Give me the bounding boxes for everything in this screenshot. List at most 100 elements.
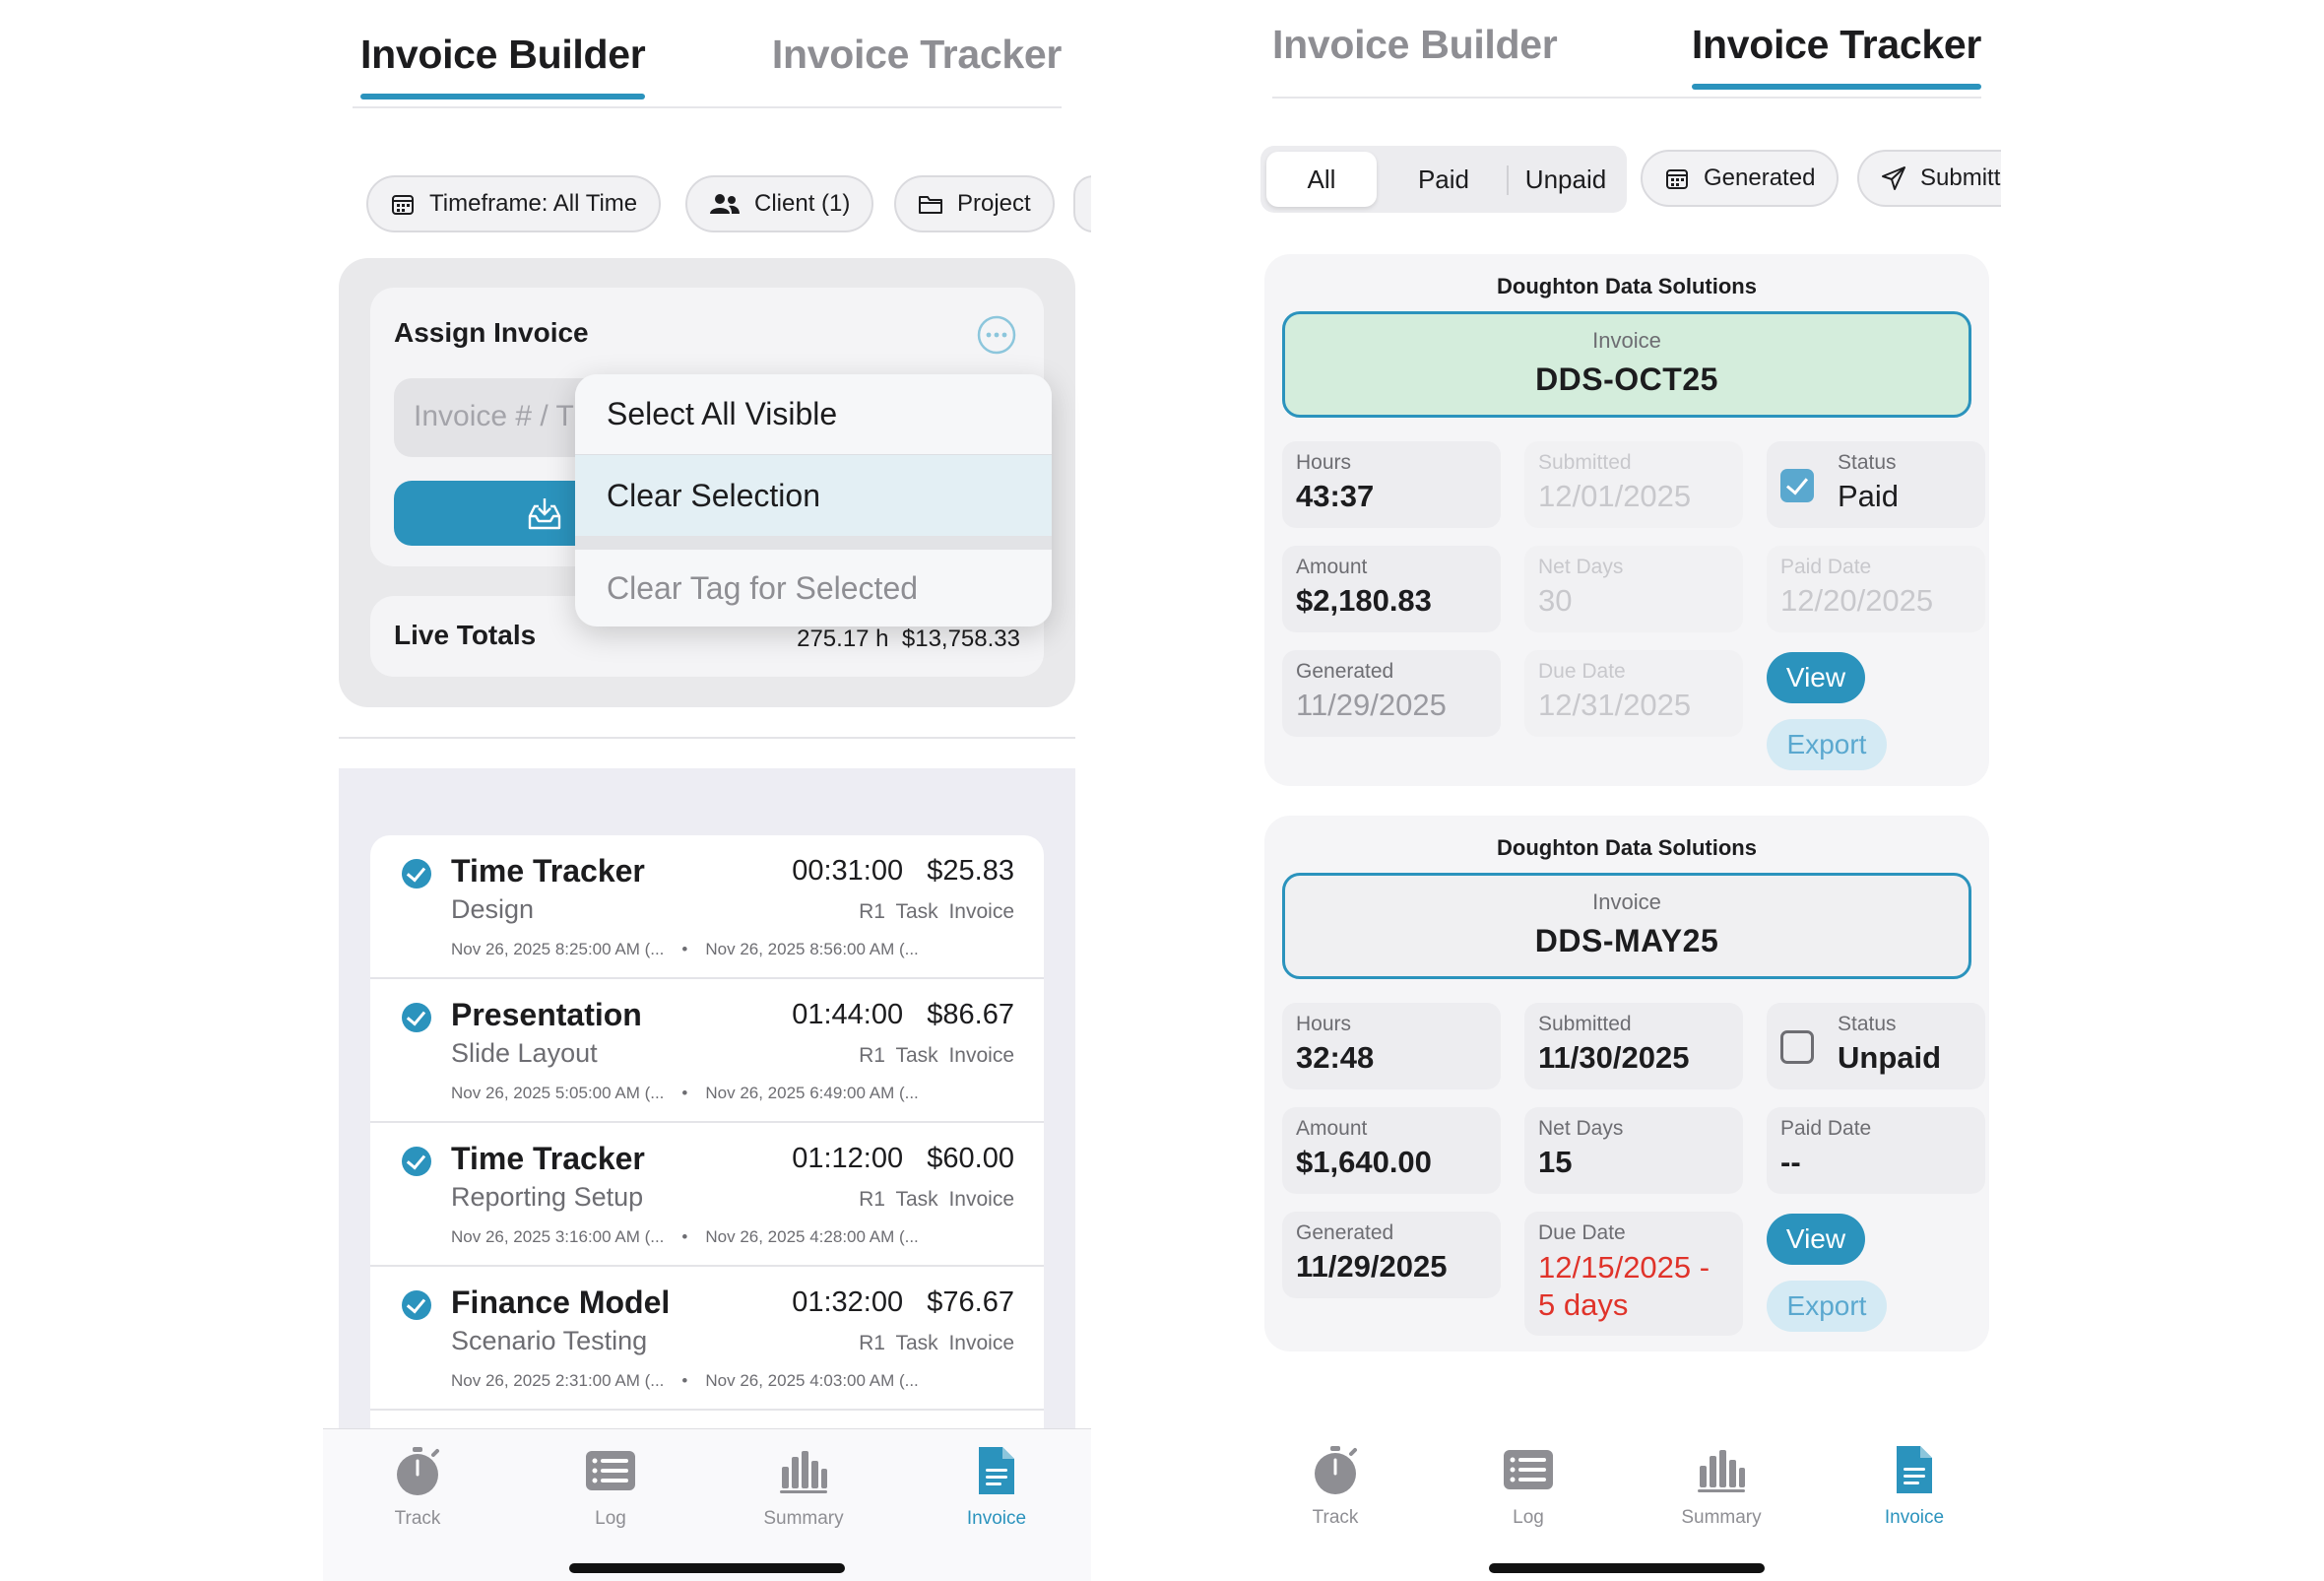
tabbar-item-summary[interactable]: Summary [1662, 1442, 1780, 1529]
entry-start: Nov 26, 2025 8:25:00 AM (... [451, 940, 665, 958]
entry-date-separator: • [681, 940, 688, 958]
cell-label: Amount [1296, 556, 1368, 578]
tabbar-item-track[interactable]: Track [1276, 1442, 1394, 1529]
timeframe-filter-chip[interactable]: Timeframe: All Time [366, 175, 662, 232]
button-label: View [1785, 1223, 1846, 1254]
segment-unpaid[interactable]: Unpaid [1509, 152, 1623, 207]
entry-row[interactable]: Time Tracker 00:31:00 $25.83 Design R1 T… [370, 835, 1044, 979]
chip-label: Generated [1704, 165, 1816, 191]
ellipsis-circle-icon[interactable] [977, 315, 1016, 355]
entry-dates: Nov 26, 2025 3:16:00 AM (... • Nov 26, 202… [451, 1227, 1014, 1247]
tabbar-item-log[interactable]: Log [1469, 1442, 1587, 1529]
view-button[interactable]: View [1767, 1214, 1865, 1265]
chip-label: Project [957, 190, 1031, 217]
entry-row[interactable]: Time Tracker 01:12:00 $60.00 Reporting S… [370, 1123, 1044, 1267]
submitted-value: 11/30/2025 [1538, 1040, 1690, 1075]
button-label: Export [1786, 729, 1867, 759]
list-icon [1504, 1450, 1553, 1489]
cell-label: Submitted [1538, 1013, 1632, 1035]
invoice-label: Invoice [1592, 328, 1661, 353]
chip-label: Submitt [1920, 165, 2001, 191]
paper-plane-icon [1881, 165, 1906, 191]
cell-label: Due Date [1538, 1221, 1626, 1244]
invoice-number-box[interactable]: Invoice DDS-MAY25 [1282, 873, 1971, 979]
view-button[interactable]: View [1767, 652, 1865, 703]
tabbar-item-track[interactable]: Track [358, 1443, 477, 1530]
top-tabs: Invoice Builder Invoice Tracker [1272, 8, 1981, 99]
tabbar-item-invoice[interactable]: Invoice [937, 1443, 1056, 1530]
active-tab-underline [360, 94, 646, 99]
tab-invoice-builder[interactable]: Invoice Builder [360, 32, 646, 99]
bottom-tab-bar: Track Log Summary Invoice [1243, 1428, 2011, 1581]
tab-label: Invoice Tracker [771, 32, 1062, 77]
cell-label: Generated [1296, 660, 1394, 683]
tab-invoice-builder[interactable]: Invoice Builder [1272, 22, 1558, 68]
entry-row[interactable]: Finance Model 01:32:00 $76.67 Scenario T… [370, 1267, 1044, 1411]
tabbar-label: Log [1513, 1507, 1544, 1528]
paid-date-cell: Paid Date -- [1767, 1107, 1985, 1194]
chip-label: Timeframe: All Time [429, 190, 638, 217]
entry-end: Nov 26, 2025 4:03:00 AM (... [705, 1371, 919, 1390]
checkmark-circle-icon[interactable] [402, 1147, 431, 1176]
button-label: View [1785, 662, 1846, 692]
client-filter-chip[interactable]: Client (1) [685, 175, 874, 232]
segment-all[interactable]: All [1266, 152, 1377, 207]
checkbox-checked-icon[interactable] [1780, 469, 1814, 502]
assign-options-menu: Select All Visible Clear Selection Clear… [575, 374, 1052, 626]
menu-item-clear-selection[interactable]: Clear Selection [575, 455, 1052, 536]
invoice-number-box[interactable]: Invoice DDS-OCT25 [1282, 311, 1971, 418]
invoice-card: Doughton Data Solutions Invoice DDS-OCT2… [1264, 254, 1989, 786]
checkmark-circle-icon[interactable] [402, 859, 431, 889]
entry-duration: 01:44:00 [792, 999, 904, 1030]
submitted-cell: Submitted 12/01/2025 [1524, 441, 1743, 528]
menu-item-clear-tag-for-selected[interactable]: Clear Tag for Selected [575, 550, 1052, 626]
entry-dates: Nov 26, 2025 8:25:00 AM (... • Nov 26, 202… [451, 940, 1014, 959]
checkmark-circle-icon[interactable] [402, 1003, 431, 1032]
entry-title: Presentation [451, 997, 642, 1032]
live-totals-hours: 275.17 h [797, 626, 889, 652]
hours-value: 43:37 [1296, 479, 1375, 513]
submitted-filter-chip[interactable]: Submitt [1857, 150, 2001, 207]
input-placeholder: Invoice # / T [414, 400, 574, 432]
entry-duration: 01:32:00 [792, 1286, 904, 1318]
entry-row[interactable]: Presentation 01:44:00 $86.67 Slide Layou… [370, 979, 1044, 1123]
entry-amount: $76.67 [927, 1286, 1014, 1318]
due-overdue-days: 5 days [1538, 1287, 1629, 1322]
tabbar-item-invoice[interactable]: Invoice [1855, 1442, 1973, 1529]
more-filter-chip[interactable] [1073, 175, 1091, 232]
amount-value: $1,640.00 [1296, 1145, 1432, 1179]
paid-date-value: 12/20/2025 [1780, 583, 1934, 618]
menu-divider [575, 536, 1052, 550]
export-button[interactable]: Export [1767, 719, 1887, 770]
live-totals-label: Live Totals [394, 620, 537, 650]
status-cell[interactable]: Status Unpaid [1767, 1003, 1985, 1089]
entry-task: Slide Layout [451, 1038, 598, 1068]
checkmark-circle-icon[interactable] [402, 1290, 431, 1320]
segment-label: Unpaid [1524, 164, 1607, 194]
calendar-icon [1664, 165, 1690, 191]
project-filter-chip[interactable]: Project [894, 175, 1055, 232]
status-text: Status Paid [1838, 451, 1899, 514]
generated-filter-chip[interactable]: Generated [1641, 150, 1840, 207]
invoice-number: DDS-OCT25 [1535, 362, 1718, 397]
tabbar-label: Summary [1681, 1507, 1762, 1528]
status-cell[interactable]: Status Paid [1767, 441, 1985, 528]
menu-item-select-all-visible[interactable]: Select All Visible [575, 374, 1052, 455]
generated-cell: Generated 11/29/2025 [1282, 650, 1501, 737]
tabbar-item-summary[interactable]: Summary [744, 1443, 863, 1530]
entry-title: Finance Model [451, 1285, 671, 1320]
segment-label: Paid [1417, 164, 1470, 194]
entry-date-separator: • [681, 1227, 688, 1246]
list-icon [586, 1451, 635, 1490]
menu-item-label: Select All Visible [607, 396, 838, 431]
tab-invoice-tracker[interactable]: Invoice Tracker [772, 32, 1062, 78]
entry-start: Nov 26, 2025 3:16:00 AM (... [451, 1227, 665, 1246]
entry-start: Nov 26, 2025 5:05:00 AM (... [451, 1084, 665, 1102]
tray-download-icon [526, 494, 563, 537]
tabbar-item-log[interactable]: Log [551, 1443, 670, 1530]
export-button[interactable]: Export [1767, 1281, 1887, 1332]
tab-invoice-tracker[interactable]: Invoice Tracker [1691, 22, 1981, 90]
checkbox-empty-icon[interactable] [1780, 1030, 1814, 1064]
segment-paid[interactable]: Paid [1383, 152, 1505, 207]
invoice-card: Doughton Data Solutions Invoice DDS-MAY2… [1264, 816, 1989, 1351]
